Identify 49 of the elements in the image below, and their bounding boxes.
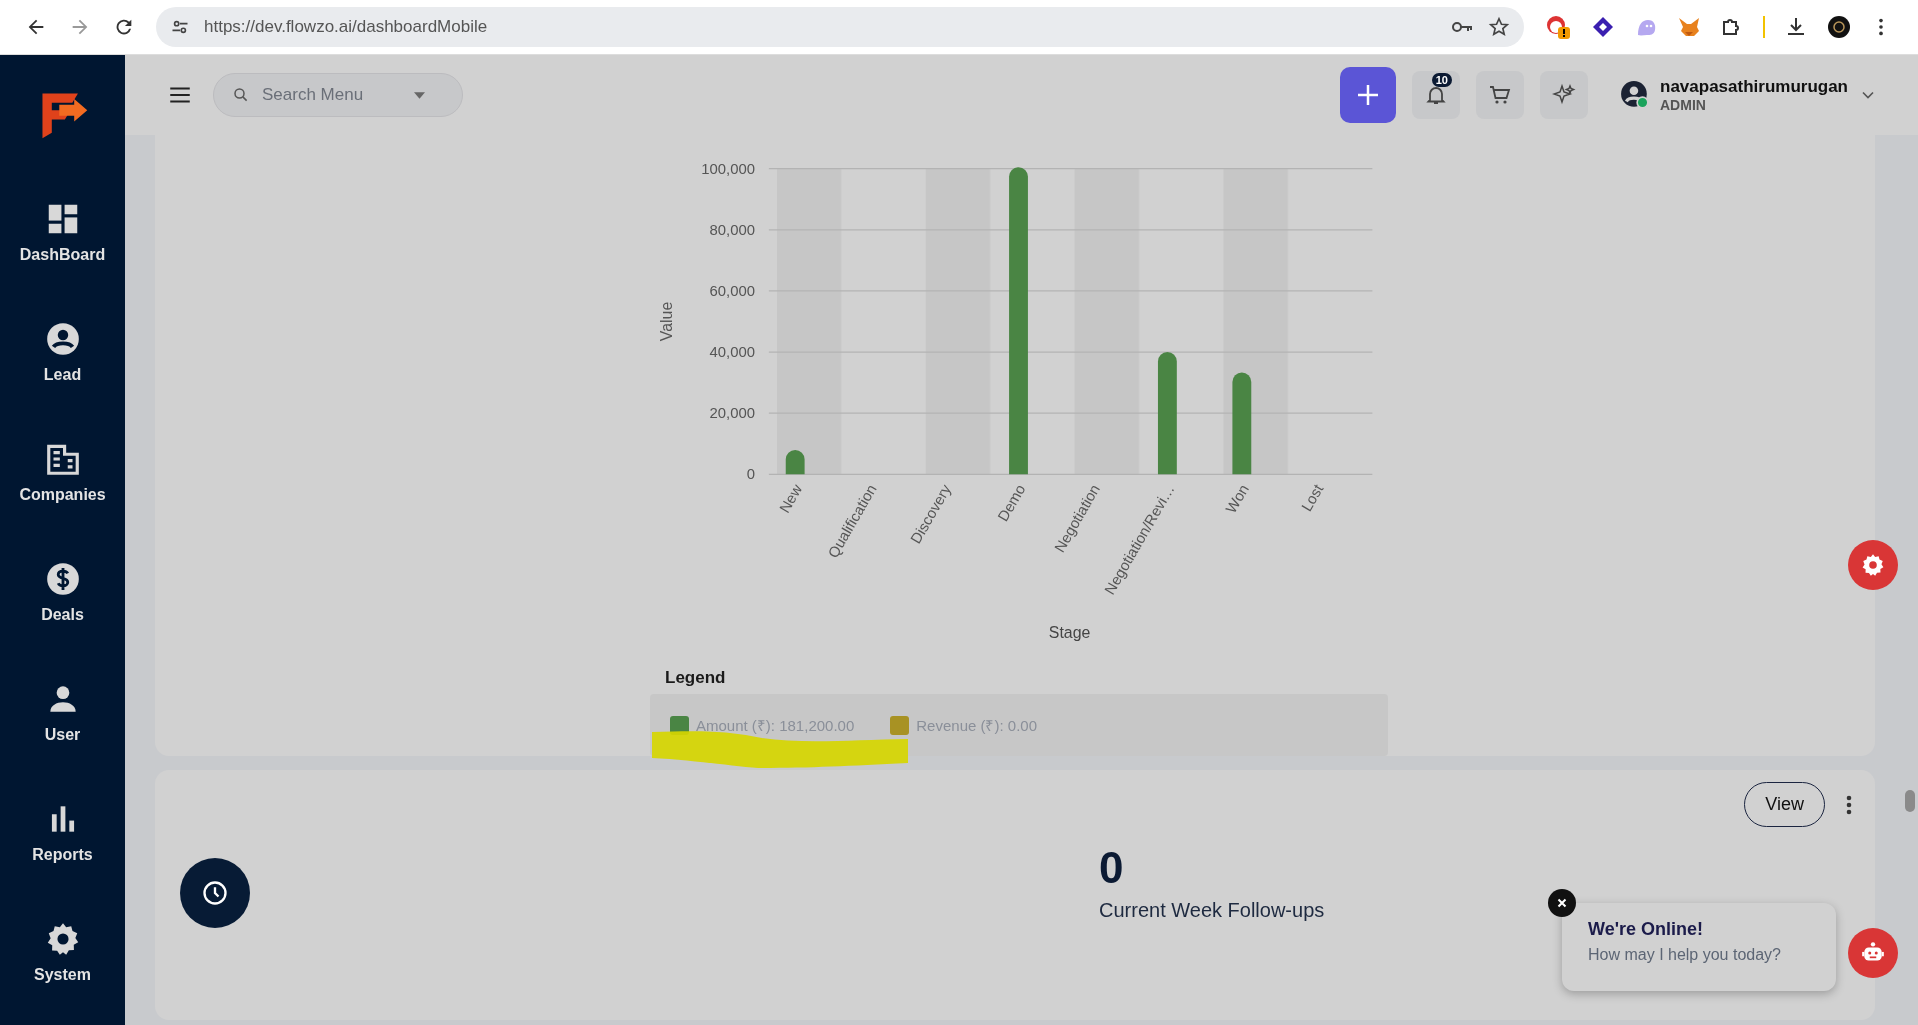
sidebar-item[interactable]: User — [0, 652, 125, 772]
notification-count: 10 — [1431, 73, 1452, 87]
y-tick-label: 60,000 — [709, 282, 755, 299]
user-name: navapasathirumurugan — [1660, 77, 1848, 97]
star-icon[interactable] — [1488, 16, 1510, 38]
sidebar-item[interactable]: Lead — [0, 292, 125, 412]
fox-icon[interactable] — [1677, 15, 1701, 39]
profile-avatar-icon[interactable] — [1827, 15, 1851, 39]
caret-icon — [414, 91, 425, 99]
ai-sparkle-button[interactable] — [1540, 71, 1588, 119]
legend-label: Revenue (₹): 0.00 — [916, 716, 1037, 735]
search-field[interactable]: Search Menu — [213, 73, 463, 117]
y-axis-title: Value — [657, 301, 675, 342]
x-axis-title: Stage — [1048, 624, 1091, 642]
y-tick-label: 100,000 — [701, 160, 755, 177]
clock-icon — [201, 879, 229, 907]
legend-label: Amount (₹): 181,200.00 — [696, 716, 855, 735]
bar[interactable] — [1232, 372, 1252, 475]
y-tick-label: 40,000 — [709, 344, 755, 361]
settings-icon — [1860, 552, 1886, 578]
chat-message: How may I help you today? — [1588, 946, 1782, 964]
followup-label: Current Week Follow-ups — [1099, 899, 1325, 922]
diamond-icon[interactable] — [1591, 15, 1615, 39]
y-tick-label: 80,000 — [709, 221, 755, 238]
sidebar-item[interactable]: DashBoard — [0, 172, 125, 292]
sidebar-item[interactable]: Deals — [0, 532, 125, 652]
user-menu[interactable]: navapasathirumurugan ADMIN — [1620, 77, 1918, 113]
user-role: ADMIN — [1660, 97, 1707, 113]
sidebar-item[interactable]: Reports — [0, 772, 125, 892]
notifications-button[interactable]: 10 — [1412, 71, 1460, 119]
y-tick-label: 20,000 — [709, 405, 755, 422]
sidebar-item[interactable]: Companies — [0, 412, 125, 532]
followup-count: 0 — [1099, 843, 1124, 893]
cart-button[interactable] — [1476, 71, 1524, 119]
search-icon — [232, 86, 250, 104]
settings-button[interactable] — [1848, 540, 1898, 590]
bar[interactable] — [785, 449, 805, 475]
user-avatar-icon — [1620, 80, 1650, 110]
chatbot-button[interactable] — [1848, 928, 1898, 978]
scrollbar-thumb[interactable] — [1905, 790, 1915, 812]
add-button[interactable] — [1340, 67, 1396, 123]
close-icon — [1555, 896, 1569, 910]
legend-title: Legend — [665, 668, 727, 688]
address-bar[interactable]: https://dev.flowzo.ai/dashboardMobile — [156, 7, 1524, 47]
extension-alert-icon[interactable] — [1544, 13, 1572, 41]
search-input[interactable]: Search Menu — [260, 84, 404, 106]
y-tick-label: 0 — [746, 466, 755, 483]
chat-title: We're Online! — [1588, 919, 1704, 940]
sidebar-item[interactable]: System — [0, 892, 125, 1012]
